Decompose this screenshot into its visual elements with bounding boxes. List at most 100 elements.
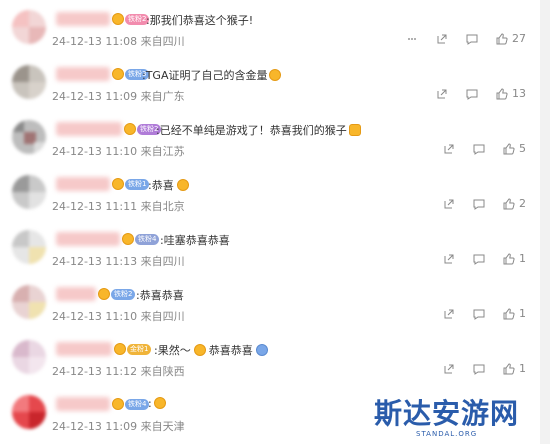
comment-item: 铁粉2 :那我们恭喜这个猴子! 24-12-13 11:08 来自四川 27 (0, 4, 540, 60)
avatar[interactable] (12, 175, 46, 209)
comment-location: 来自广东 (140, 90, 185, 103)
reply-button[interactable] (473, 308, 485, 320)
comment-location: 来自天津 (140, 420, 185, 433)
share-button[interactable] (436, 33, 448, 45)
avatar[interactable] (12, 340, 46, 374)
like-button[interactable]: 1 (503, 362, 526, 375)
like-button[interactable]: 1 (503, 252, 526, 265)
reply-button[interactable] (473, 363, 485, 375)
reply-button[interactable] (473, 143, 485, 155)
thumbs-up-icon (496, 32, 508, 44)
comment-icon (466, 89, 478, 100)
fan-badge-label: 铁粉2 (111, 288, 136, 300)
site-watermark: 斯达安游网 STANDAL.ORG (372, 392, 540, 444)
reply-button[interactable] (466, 88, 478, 100)
smile-emoji-icon (112, 398, 124, 410)
fan-badge-label: 铁粉1 (125, 178, 150, 190)
share-icon (444, 144, 454, 153)
username[interactable] (56, 342, 112, 356)
like-button[interactable]: 27 (496, 32, 526, 45)
comment-actions: 27 (406, 32, 526, 45)
share-button[interactable] (443, 198, 455, 210)
comment-text: :哇塞恭喜恭喜 (160, 234, 230, 247)
comment-location: 来自北京 (140, 200, 185, 213)
comment-meta: 24-12-13 11:09 来自广东 (52, 88, 185, 104)
reply-button[interactable] (466, 33, 478, 45)
clap-emoji-icon (176, 179, 189, 191)
smile-emoji-icon (112, 13, 124, 25)
smile-emoji-icon (122, 233, 134, 245)
more-button[interactable] (406, 33, 418, 45)
comment-icon (473, 254, 485, 265)
party-emoji-icon (255, 344, 268, 356)
comment-time: 24-12-13 11:11 (52, 200, 138, 213)
like-button[interactable]: 2 (503, 197, 526, 210)
share-icon (444, 364, 454, 373)
smile-emoji-icon (112, 68, 124, 80)
scrollbar-track[interactable] (540, 0, 550, 444)
comment-actions: 5 (443, 142, 526, 155)
like-count: 27 (512, 32, 526, 45)
grin-emoji-icon (193, 344, 206, 356)
avatar[interactable] (12, 120, 46, 154)
comment-text: :果然～ 恭喜恭喜 (154, 342, 268, 358)
smile-emoji-icon (98, 288, 110, 300)
username[interactable] (56, 397, 110, 411)
comment-meta: 24-12-13 11:11 来自北京 (52, 198, 185, 214)
username[interactable] (56, 122, 122, 136)
username[interactable] (56, 12, 110, 26)
fan-badge: 铁粉4 (122, 233, 160, 245)
avatar[interactable] (12, 285, 46, 319)
avatar[interactable] (12, 230, 46, 264)
like-count: 1 (519, 362, 526, 375)
comment-actions: 13 (436, 87, 526, 100)
username[interactable] (56, 287, 96, 301)
comment-actions: 1 (443, 362, 526, 375)
share-button[interactable] (443, 143, 455, 155)
avatar[interactable] (12, 65, 46, 99)
share-icon (444, 199, 454, 208)
like-button[interactable]: 1 (503, 307, 526, 320)
share-icon (444, 254, 454, 263)
comment-text: :TGA证明了自己的含金量 (142, 67, 282, 83)
avatar[interactable] (12, 10, 46, 44)
username[interactable] (56, 67, 110, 81)
reply-button[interactable] (473, 198, 485, 210)
smile-emoji-icon (269, 69, 282, 81)
like-button[interactable]: 5 (503, 142, 526, 155)
share-button[interactable] (443, 308, 455, 320)
comment-item: 铁粉4 :哇塞恭喜恭喜 24-12-13 11:13 来自四川 1 (0, 224, 540, 280)
comment-icon (473, 364, 485, 375)
fan-badge: 铁粉4 (112, 398, 150, 410)
comment-text-body: :已经不单纯是游戏了！恭喜我们的猴子 (156, 124, 347, 137)
comment-time: 24-12-13 11:12 (52, 365, 138, 378)
share-button[interactable] (443, 253, 455, 265)
like-button[interactable]: 13 (496, 87, 526, 100)
like-count: 1 (519, 252, 526, 265)
comment-time: 24-12-13 11:09 (52, 90, 138, 103)
comment-text: : (148, 397, 166, 410)
comment-icon (466, 34, 478, 45)
comment-item: 铁粉1 :恭喜 24-12-13 11:11 来自北京 2 (0, 169, 540, 225)
like-count: 1 (519, 307, 526, 320)
watermark-title: 斯达安游网 (374, 397, 520, 430)
username[interactable] (56, 232, 120, 246)
like-count: 2 (519, 197, 526, 210)
comment-time: 24-12-13 11:09 (52, 420, 138, 433)
comment-meta: 24-12-13 11:10 来自四川 (52, 308, 185, 324)
comment-text: :已经不单纯是游戏了！恭喜我们的猴子 (156, 122, 361, 138)
comment-text: :恭喜恭喜 (136, 289, 184, 302)
reply-button[interactable] (473, 253, 485, 265)
share-button[interactable] (436, 88, 448, 100)
like-count: 13 (512, 87, 526, 100)
comment-text: :那我们恭喜这个猴子! (146, 14, 254, 27)
comment-text-body: :果然～ (154, 344, 191, 357)
comment-meta: 24-12-13 11:13 来自四川 (52, 253, 185, 269)
thumbs-up-icon (503, 252, 515, 264)
username[interactable] (56, 177, 110, 191)
smile-emoji-icon (124, 123, 136, 135)
avatar[interactable] (12, 395, 46, 429)
thumbs-up-icon (496, 87, 508, 99)
share-button[interactable] (443, 363, 455, 375)
comment-time: 24-12-13 11:13 (52, 255, 138, 268)
